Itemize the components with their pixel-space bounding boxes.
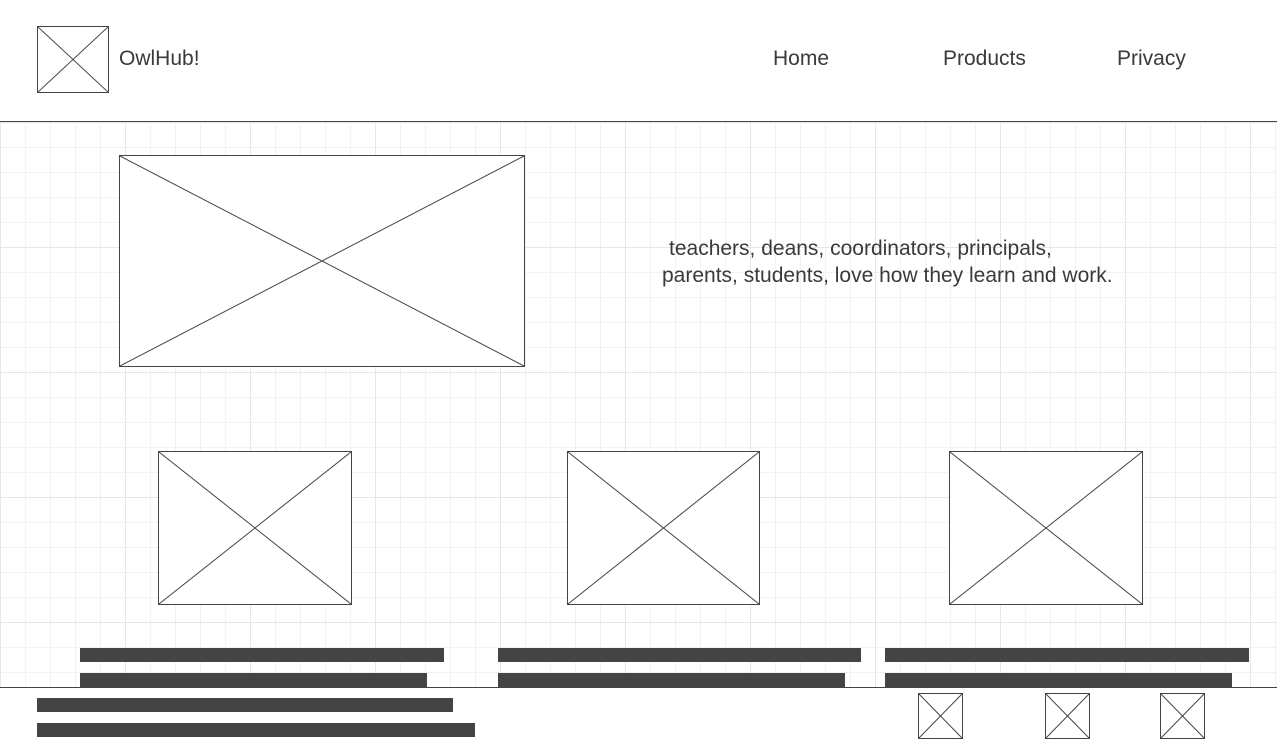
site-header: OwlHub! Home Products Privacy bbox=[0, 0, 1277, 122]
feature-2-text-line-2 bbox=[498, 673, 845, 687]
nav-home-link[interactable]: Home bbox=[773, 47, 829, 71]
image-placeholder-icon bbox=[919, 694, 962, 738]
footer-text-line-2 bbox=[37, 723, 475, 737]
image-placeholder-icon bbox=[1161, 694, 1204, 738]
feature-1-text-line-1 bbox=[80, 648, 444, 662]
feature-3-text-line-1 bbox=[885, 648, 1249, 662]
nav-products-link[interactable]: Products bbox=[943, 47, 1026, 71]
logo[interactable] bbox=[37, 26, 109, 93]
image-placeholder-icon bbox=[159, 452, 351, 604]
image-placeholder-icon bbox=[38, 27, 108, 92]
feature-image-2 bbox=[567, 451, 760, 605]
image-placeholder-icon bbox=[120, 156, 524, 366]
footer-text-line-1 bbox=[37, 698, 453, 712]
hero-image-placeholder bbox=[119, 155, 525, 367]
site-footer bbox=[0, 687, 1277, 743]
feature-3-text-line-2 bbox=[885, 673, 1232, 687]
brand-name: OwlHub! bbox=[119, 47, 200, 70]
image-placeholder-icon bbox=[568, 452, 759, 604]
image-placeholder-icon bbox=[950, 452, 1142, 604]
hero-tagline: teachers, deans, coordinators, principal… bbox=[662, 235, 1182, 289]
image-placeholder-icon bbox=[1046, 694, 1089, 738]
tagline-line-2: parents, students, love how they learn a… bbox=[662, 264, 1113, 287]
wireframe-page: teachers, deans, coordinators, principal… bbox=[0, 0, 1277, 743]
content-area bbox=[0, 122, 1277, 688]
social-link-2[interactable] bbox=[1045, 693, 1090, 739]
feature-1-text-line-2 bbox=[80, 673, 427, 687]
feature-image-3 bbox=[949, 451, 1143, 605]
nav-privacy-link[interactable]: Privacy bbox=[1117, 47, 1186, 71]
feature-image-1 bbox=[158, 451, 352, 605]
tagline-line-1: teachers, deans, coordinators, principal… bbox=[669, 237, 1052, 260]
social-link-3[interactable] bbox=[1160, 693, 1205, 739]
feature-2-text-line-1 bbox=[498, 648, 861, 662]
social-link-1[interactable] bbox=[918, 693, 963, 739]
